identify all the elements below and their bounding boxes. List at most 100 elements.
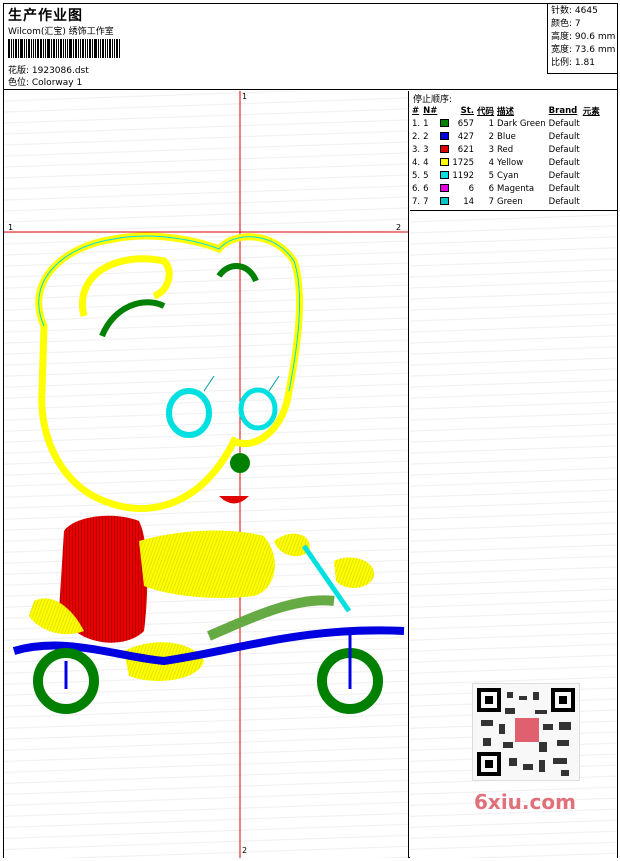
qr-code-icon: [477, 688, 575, 776]
right-brow: [216, 263, 259, 283]
stat-width: 宽度: 73.6 mm: [551, 45, 616, 55]
cell-needle: 5: [423, 170, 429, 181]
color-swatch: [440, 132, 450, 140]
table-row: 5. 5 1192 5 Cyan Default: [412, 169, 603, 182]
barcode-bar: [75, 39, 77, 58]
col-code: 代码: [477, 106, 495, 117]
stat-colors: 颜色: 7: [551, 19, 581, 29]
cell-needle: 4: [423, 157, 429, 168]
cell-stitches: 14: [463, 196, 475, 207]
barcode-bar: [114, 39, 115, 58]
colorway-label: 色位: Colorway 1: [8, 78, 83, 88]
left-eye: [166, 388, 212, 438]
cell-desc: Green: [497, 196, 523, 207]
cell-element: [583, 156, 603, 169]
cell-desc: Dark Green: [497, 118, 546, 129]
stats-box: 针数: 4645 颜色: 7 高度: 90.6 mm 宽度: 73.6 mm 比…: [547, 4, 617, 74]
barcode-bar: [112, 39, 113, 58]
hand-yellow: [274, 533, 310, 557]
cell-brand: Default: [548, 131, 580, 142]
barcode-bar: [35, 39, 36, 58]
barcode-bar: [73, 39, 74, 58]
cell-brand: Default: [548, 144, 580, 155]
cell-seq: 7.: [412, 196, 421, 207]
barcode-bar: [20, 39, 23, 58]
nose: [230, 453, 250, 473]
barcode-bar: [15, 39, 17, 58]
barcode-bar: [119, 39, 120, 58]
cell-element: [583, 195, 603, 208]
cell-element: [583, 117, 603, 130]
software-name: Wilcom(汇宝) 绣饰工作室: [8, 27, 114, 37]
cell-code: 6: [488, 183, 495, 194]
barcode: [8, 39, 120, 58]
barcode-bar: [65, 39, 66, 58]
cell-code: 3: [488, 144, 495, 155]
table-row: 7. 7 14 7 Green Default: [412, 195, 603, 208]
axis-label-top: 1: [242, 92, 248, 101]
col-swatch: [440, 104, 452, 117]
cell-seq: 3.: [412, 144, 421, 155]
cell-desc: Yellow: [497, 157, 524, 168]
cell-needle: 7: [423, 196, 429, 207]
color-sequence-table: # N# St. 代码 描述 Brand 元素 1. 1 657 1 Dark Gree…: [412, 104, 603, 208]
head-cyan-edge: [38, 235, 300, 392]
cell-stitches: 621: [457, 144, 475, 155]
barcode-bar: [56, 39, 57, 58]
cell-needle: 1: [423, 118, 429, 129]
cell-brand: Default: [548, 196, 580, 207]
watermark-text: 6xiu.com: [474, 790, 576, 814]
cell-desc: Red: [497, 144, 514, 155]
barcode-bar: [13, 39, 14, 58]
barcode-bar: [31, 39, 32, 58]
cell-seq: 5.: [412, 170, 421, 181]
color-swatch: [440, 119, 450, 127]
barcode-bar: [47, 39, 50, 58]
barcode-bar: [92, 39, 93, 58]
arm-yellow: [139, 530, 275, 598]
cell-stitches: 1192: [452, 170, 475, 181]
cell-swatch: [440, 156, 452, 169]
color-swatch: [440, 184, 450, 192]
cell-code: 4: [488, 157, 495, 168]
barcode-bar: [109, 39, 111, 58]
barcode-bar: [51, 39, 52, 58]
cell-brand: Default: [548, 170, 580, 181]
barcode-bar: [78, 39, 79, 58]
barcode-bar: [87, 39, 88, 58]
barcode-bar: [105, 39, 106, 58]
barcode-bar: [82, 39, 84, 58]
barcode-bar: [80, 39, 81, 58]
cell-seq: 2.: [412, 131, 421, 142]
barcode-bar: [8, 39, 10, 58]
cell-seq: 6.: [412, 183, 421, 194]
color-swatch: [440, 158, 450, 166]
barcode-bar: [100, 39, 101, 58]
cell-swatch: [440, 195, 452, 208]
left-brow: [99, 299, 166, 338]
table-row: 1. 1 657 1 Dark Green Default: [412, 117, 603, 130]
cell-desc: Blue: [497, 131, 516, 142]
barcode-bar: [37, 39, 39, 58]
barcode-bar: [85, 39, 86, 58]
barcode-bar: [18, 39, 19, 58]
cell-swatch: [440, 169, 452, 182]
barcode-bar: [63, 39, 64, 58]
barcode-bar: [45, 39, 46, 58]
col-seq: #: [412, 105, 420, 116]
cell-code: 5: [488, 170, 495, 181]
cell-swatch: [440, 117, 452, 130]
cell-stitches: 657: [457, 118, 475, 129]
cell-desc: Cyan: [497, 170, 519, 181]
qr-code-image: [472, 683, 580, 781]
axis-label-right: 2: [396, 223, 402, 232]
table-row: 3. 3 621 3 Red Default: [412, 143, 603, 156]
stat-scale: 比例: 1.81: [551, 58, 595, 68]
cell-stitches: 6: [468, 183, 475, 194]
stat-stitches: 针数: 4645: [551, 6, 598, 16]
barcode-bar: [98, 39, 99, 58]
cell-stitches: 1725: [452, 157, 475, 168]
barcode-bar: [43, 39, 44, 58]
cell-needle: 2: [423, 131, 429, 142]
axis-label-left: 1: [8, 223, 14, 232]
